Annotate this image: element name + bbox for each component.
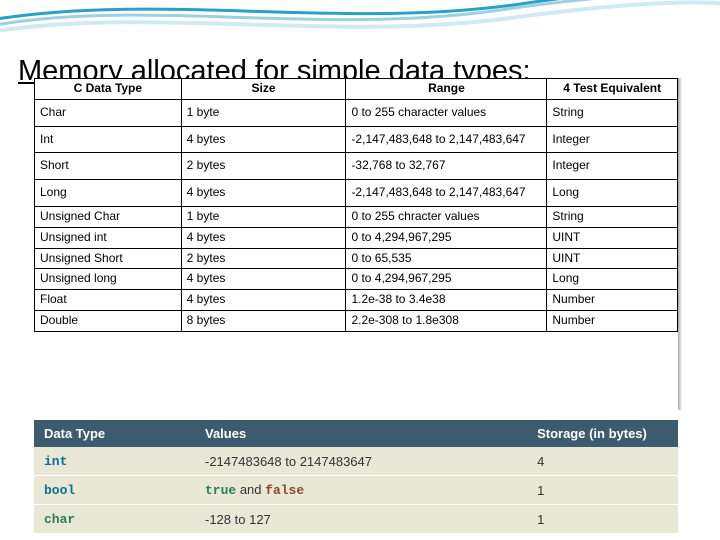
cell: Unsigned long xyxy=(35,269,182,290)
cell: UINT xyxy=(547,227,678,248)
cell: Unsigned int xyxy=(35,227,182,248)
cell: Short xyxy=(35,153,182,180)
table-row: char-128 to 1271 xyxy=(34,505,678,534)
table-row: Unsigned Short2 bytes0 to 65,535UINT xyxy=(35,248,678,269)
cell: 2 bytes xyxy=(181,153,346,180)
cell: Integer xyxy=(547,126,678,153)
cell-values: -2147483648 to 2147483647 xyxy=(195,447,527,476)
cell: 2 bytes xyxy=(181,248,346,269)
storage-table: Data Type Values Storage (in bytes) int-… xyxy=(34,420,678,534)
table-row: booltrue and false1 xyxy=(34,476,678,505)
col-values: Values xyxy=(195,420,527,447)
cell: 0 to 4,294,967,295 xyxy=(346,269,547,290)
table-header-row: C Data Type Size Range 4 Test Equivalent xyxy=(35,79,678,100)
cell: Unsigned Short xyxy=(35,248,182,269)
cell: Unsigned Char xyxy=(35,206,182,227)
cell: 4 bytes xyxy=(181,290,346,311)
cell: String xyxy=(547,206,678,227)
cell: 0 to 65,535 xyxy=(346,248,547,269)
table-row: Short2 bytes-32,768 to 32,767Integer xyxy=(35,153,678,180)
cell: Number xyxy=(547,290,678,311)
cell: -2,147,483,648 to 2,147,483,647 xyxy=(346,180,547,207)
col-range: Range xyxy=(346,79,547,100)
cell: 2.2e-308 to 1.8e308 xyxy=(346,310,547,331)
cell-storage: 1 xyxy=(527,476,678,505)
table-row: Float4 bytes1.2e-38 to 3.4e38Number xyxy=(35,290,678,311)
cell-data-type: int xyxy=(34,447,195,476)
cell: 1.2e-38 to 3.4e38 xyxy=(346,290,547,311)
cell: 4 bytes xyxy=(181,269,346,290)
cell: String xyxy=(547,99,678,126)
cell: 4 bytes xyxy=(181,126,346,153)
table-row: Char1 byte0 to 255 character valuesStrin… xyxy=(35,99,678,126)
cell: 8 bytes xyxy=(181,310,346,331)
cell-data-type: bool xyxy=(34,476,195,505)
cell: 4 bytes xyxy=(181,180,346,207)
cell-values: true and false xyxy=(195,476,527,505)
table-row: Int4 bytes-2,147,483,648 to 2,147,483,64… xyxy=(35,126,678,153)
cell: 0 to 255 chracter values xyxy=(346,206,547,227)
cell-storage: 4 xyxy=(527,447,678,476)
cell: 0 to 4,294,967,295 xyxy=(346,227,547,248)
data-types-table: C Data Type Size Range 4 Test Equivalent… xyxy=(34,78,678,332)
table-row: Double8 bytes2.2e-308 to 1.8e308Number xyxy=(35,310,678,331)
table-row: Unsigned long4 bytes0 to 4,294,967,295Lo… xyxy=(35,269,678,290)
col-4test-equivalent: 4 Test Equivalent xyxy=(547,79,678,100)
cell-storage: 1 xyxy=(527,505,678,534)
cell: Char xyxy=(35,99,182,126)
table-header-row: Data Type Values Storage (in bytes) xyxy=(34,420,678,447)
table-row: Unsigned Char1 byte0 to 255 chracter val… xyxy=(35,206,678,227)
cell: 1 byte xyxy=(181,206,346,227)
cell: UINT xyxy=(547,248,678,269)
col-size: Size xyxy=(181,79,346,100)
table-row: int-2147483648 to 21474836474 xyxy=(34,447,678,476)
cell: 1 byte xyxy=(181,99,346,126)
cell: -32,768 to 32,767 xyxy=(346,153,547,180)
cell: Int xyxy=(35,126,182,153)
col-storage: Storage (in bytes) xyxy=(527,420,678,447)
table-row: Unsigned int4 bytes0 to 4,294,967,295UIN… xyxy=(35,227,678,248)
cell: Integer xyxy=(547,153,678,180)
cell: -2,147,483,648 to 2,147,483,647 xyxy=(346,126,547,153)
col-data-type: Data Type xyxy=(34,420,195,447)
cell: Long xyxy=(547,180,678,207)
cell-data-type: char xyxy=(34,505,195,534)
cell: 4 bytes xyxy=(181,227,346,248)
cell: Float xyxy=(35,290,182,311)
table-shadow xyxy=(678,78,682,410)
decorative-waves xyxy=(0,0,720,48)
cell: Long xyxy=(547,269,678,290)
cell-values: -128 to 127 xyxy=(195,505,527,534)
cell: Long xyxy=(35,180,182,207)
col-c-data-type: C Data Type xyxy=(35,79,182,100)
cell: Double xyxy=(35,310,182,331)
cell: 0 to 255 character values xyxy=(346,99,547,126)
table-row: Long4 bytes-2,147,483,648 to 2,147,483,6… xyxy=(35,180,678,207)
cell: Number xyxy=(547,310,678,331)
